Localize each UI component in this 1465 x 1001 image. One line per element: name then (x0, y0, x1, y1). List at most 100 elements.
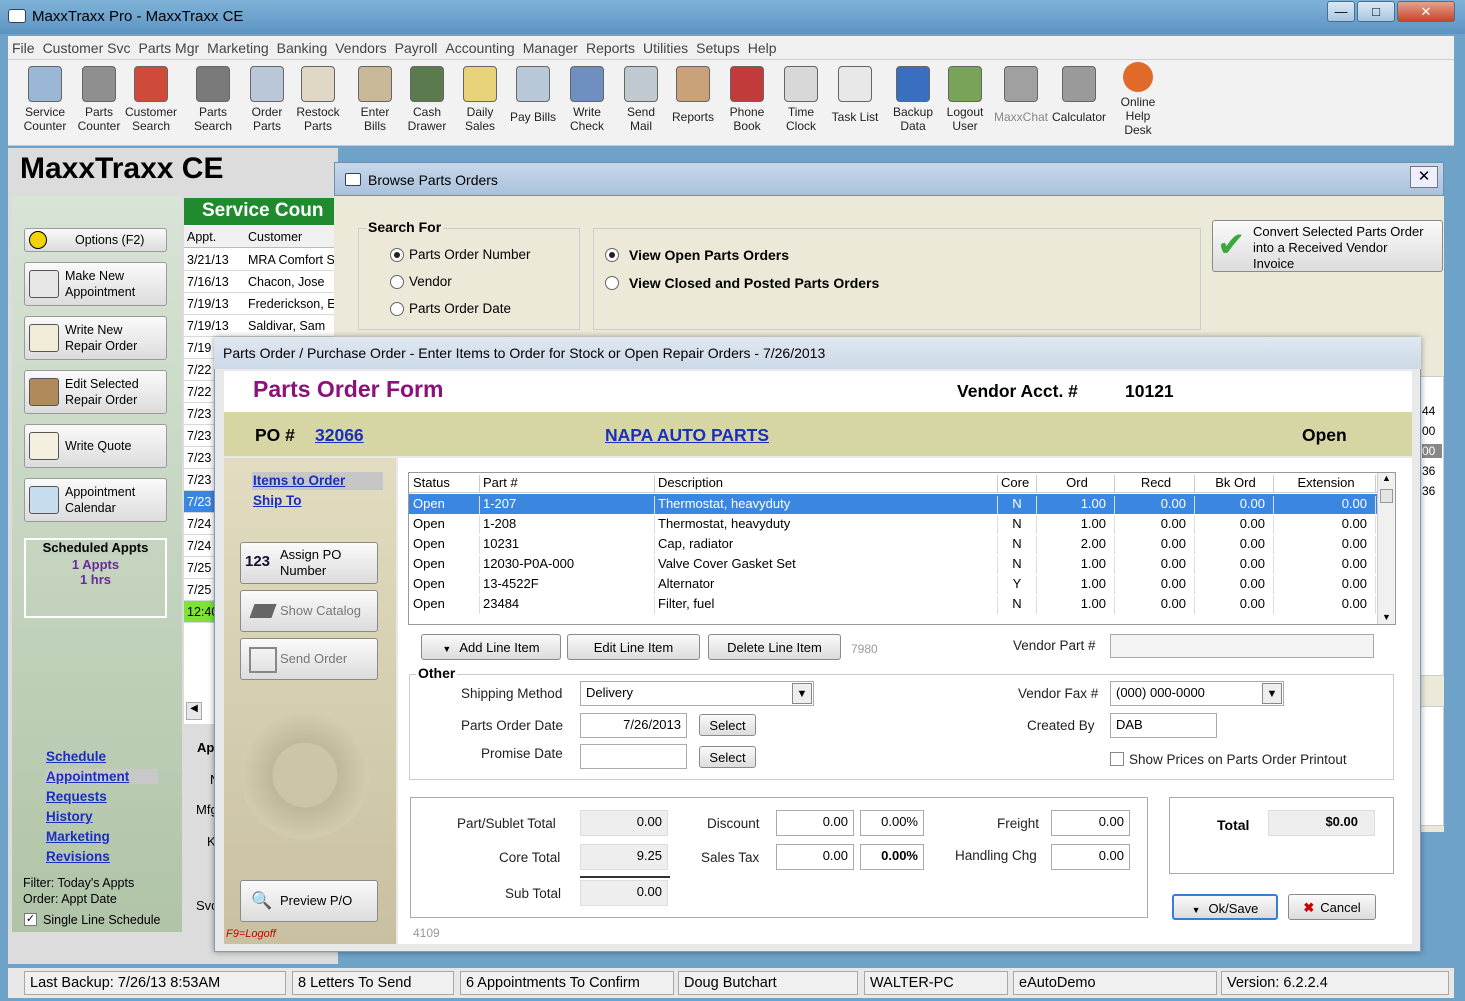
phone-book-button[interactable]: Phone Book (720, 66, 774, 133)
menu-file[interactable]: File (8, 36, 39, 56)
assign-po-number-button[interactable]: 123 Assign PO Number (240, 542, 378, 584)
nav-link-marketing[interactable]: Marketing (46, 829, 110, 844)
search-radio-parts-order-date[interactable] (390, 302, 404, 316)
svc-scroll-left[interactable]: ◀ (186, 702, 202, 720)
order-parts-button[interactable]: Order Parts (240, 66, 294, 133)
order-line-row[interactable]: Open 1-207 Thermostat, heavyduty N 1.00 0.00 0… (409, 494, 1377, 514)
backup-data-button[interactable]: Backup Data (886, 66, 940, 133)
maximize-button[interactable]: □ (1357, 1, 1395, 22)
vendor-fax-select[interactable]: (000) 000-0000 ▼ (1110, 681, 1284, 706)
close-button[interactable]: ✕ (1397, 1, 1455, 22)
options-button[interactable]: Options (F2) (24, 228, 167, 252)
make-appointment-button[interactable]: Make New Appointment (24, 262, 167, 306)
service-row[interactable]: 7/16/13 Chacon, Jose (184, 271, 336, 293)
order-line-row[interactable]: Open 1-208 Thermostat, heavyduty N 1.00 0.00 0… (409, 514, 1377, 534)
grid-scrollbar[interactable]: ▲ ▼ (1377, 473, 1395, 624)
edit-repair-order-button[interactable]: Edit Selected Repair Order (24, 370, 167, 414)
col-ord[interactable]: Ord (1037, 475, 1115, 493)
cash-drawer-button[interactable]: Cash Drawer (400, 66, 454, 133)
view-open-radio[interactable] (605, 248, 619, 262)
vendor-name-link[interactable]: NAPA AUTO PARTS (605, 425, 769, 446)
show-catalog-button[interactable]: Show Catalog (240, 590, 378, 632)
promise-date-field[interactable] (580, 744, 687, 769)
menu-accounting[interactable]: Accounting (441, 36, 518, 56)
col-core[interactable]: Core (998, 475, 1037, 493)
select-po-date-button[interactable]: Select (699, 714, 756, 736)
minimize-button[interactable]: — (1327, 1, 1355, 22)
appointment-calendar-button[interactable]: Appointment Calendar (24, 478, 167, 522)
order-line-row[interactable]: Open 23484 Filter, fuel N 1.00 0.00 0.00 0.00 (409, 594, 1377, 614)
nav-link-history[interactable]: History (46, 809, 93, 824)
delete-line-item-button[interactable]: Delete Line Item (708, 634, 841, 660)
col-bk-ord[interactable]: Bk Ord (1195, 475, 1274, 493)
calculator-button[interactable]: Calculator (1048, 66, 1110, 124)
handling-field[interactable]: 0.00 (1051, 844, 1130, 870)
sales-tax-pct-field[interactable]: 0.00% (860, 844, 924, 870)
menu-payroll[interactable]: Payroll (391, 36, 442, 56)
service-row[interactable]: 7/19/13 Saldivar, Sam (184, 315, 336, 337)
parts-counter-button[interactable]: Parts Counter (72, 66, 126, 133)
write-check-button[interactable]: Write Check (560, 66, 614, 133)
enter-bills-button[interactable]: Enter Bills (348, 66, 402, 133)
tab-ship-to[interactable]: Ship To (253, 493, 302, 508)
single-line-checkbox[interactable]: ✓ (24, 913, 37, 926)
reports-button[interactable]: Reports (666, 66, 720, 124)
send-order-button[interactable]: Send Order (240, 638, 378, 680)
customer-search-button[interactable]: Customer Search (124, 66, 178, 133)
menu-customer-svc[interactable]: Customer Svc (39, 36, 135, 56)
shipping-method-select[interactable]: Delivery ▼ (580, 681, 814, 706)
menu-banking[interactable]: Banking (273, 36, 332, 56)
vendor-part-field[interactable] (1110, 634, 1374, 658)
send-mail-button[interactable]: Send Mail (614, 66, 668, 133)
write-repair-order-button[interactable]: Write New Repair Order (24, 316, 167, 360)
cancel-button[interactable]: ✖ Cancel (1288, 894, 1376, 920)
service-row[interactable]: 3/21/13 MRA Comfort S (184, 249, 336, 271)
online-help-desk-button[interactable]: Online Help Desk (1110, 62, 1166, 137)
search-radio-parts-order-number[interactable] (390, 248, 404, 262)
order-line-row[interactable]: Open 12030-P0A-000 Valve Cover Gasket Set N… (409, 554, 1377, 574)
scroll-up-arrow[interactable]: ▲ (1378, 473, 1395, 483)
col-status[interactable]: Status (410, 475, 480, 493)
search-radio-vendor[interactable] (390, 275, 404, 289)
created-by-field[interactable]: DAB (1110, 713, 1217, 738)
freight-field[interactable]: 0.00 (1051, 810, 1130, 836)
service-row[interactable]: 7/19/13 Frederickson, E (184, 293, 336, 315)
sales-tax-field[interactable]: 0.00 (776, 844, 854, 870)
order-line-row[interactable]: Open 13-4522F Alternator Y 1.00 0.00 0.00 0.00 (409, 574, 1377, 594)
nav-link-appointment[interactable]: Appointment (46, 769, 158, 784)
scroll-thumb[interactable] (1380, 489, 1393, 503)
select-promise-date-button[interactable]: Select (699, 746, 756, 768)
service-counter-button[interactable]: Service Counter (18, 66, 72, 133)
restock-parts-button[interactable]: Restock Parts (291, 66, 345, 133)
write-quote-button[interactable]: Write Quote (24, 424, 167, 468)
preview-po-button[interactable]: 🔍 Preview P/O (240, 880, 378, 922)
discount-pct-field[interactable]: 0.00% (860, 810, 924, 836)
order-line-row[interactable]: Open 10231 Cap, radiator N 2.00 0.00 0.00 0.00 (409, 534, 1377, 554)
browse-close-button[interactable]: ✕ (1410, 166, 1438, 188)
menu-manager[interactable]: Manager (519, 36, 582, 56)
parts-search-button[interactable]: Parts Search (186, 66, 240, 133)
col-extension[interactable]: Extension (1274, 475, 1376, 493)
view-closed-radio[interactable] (605, 276, 619, 290)
ok-save-button[interactable]: ▼ Ok/Save (1172, 894, 1278, 920)
nav-link-requests[interactable]: Requests (46, 789, 107, 804)
menu-help[interactable]: Help (744, 36, 781, 56)
edit-line-item-button[interactable]: Edit Line Item (567, 634, 700, 660)
time-clock-button[interactable]: Time Clock (774, 66, 828, 133)
pay-bills-button[interactable]: Pay Bills (506, 66, 560, 124)
col-part-[interactable]: Part # (480, 475, 655, 493)
daily-sales-button[interactable]: Daily Sales (453, 66, 507, 133)
menu-setups[interactable]: Setups (692, 36, 744, 56)
tab-items-to-order[interactable]: Items to Order (252, 472, 383, 490)
col-description[interactable]: Description (655, 475, 998, 493)
task-list-button[interactable]: Task List (828, 66, 882, 124)
menu-vendors[interactable]: Vendors (331, 36, 390, 56)
parts-order-date-field[interactable]: 7/26/2013 (580, 713, 687, 738)
convert-parts-order-button[interactable]: ✔ Convert Selected Parts Order into a Rec… (1212, 220, 1443, 272)
scroll-down-arrow[interactable]: ▼ (1378, 612, 1395, 622)
logout-user-button[interactable]: Logout User (938, 66, 992, 133)
show-prices-checkbox[interactable] (1110, 752, 1124, 766)
menu-parts-mgr[interactable]: Parts Mgr (134, 36, 203, 56)
menu-marketing[interactable]: Marketing (203, 36, 272, 56)
nav-link-schedule[interactable]: Schedule (46, 749, 106, 764)
